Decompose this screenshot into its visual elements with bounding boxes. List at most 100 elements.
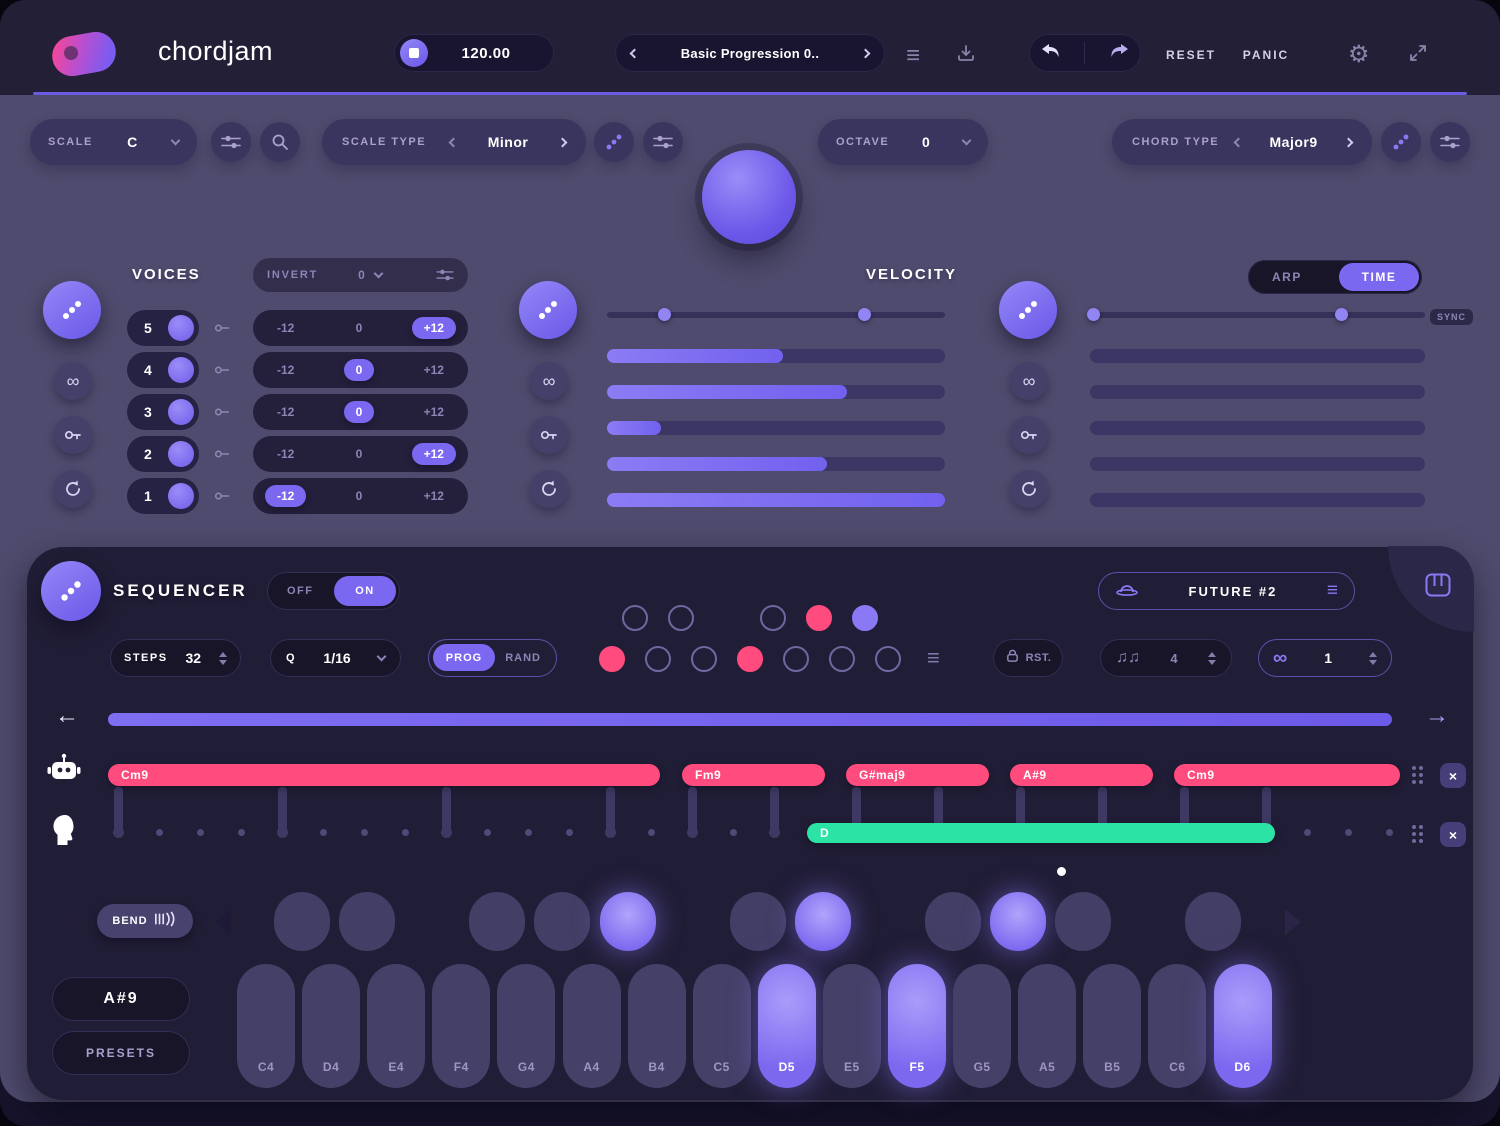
scale-type-value[interactable]: Minor — [457, 134, 559, 150]
transpose-option[interactable]: 0 — [344, 401, 375, 423]
transpose-option[interactable]: 0 — [344, 485, 375, 507]
stop-button[interactable] — [400, 39, 428, 67]
chord-track-drag-handle[interactable] — [1412, 766, 1423, 784]
keyboard-scroll-right-arrow[interactable] — [1285, 909, 1301, 935]
bpm-value[interactable]: 120.00 — [428, 45, 554, 62]
link-icon[interactable] — [213, 361, 231, 384]
voices-randomize-dice-button[interactable] — [43, 281, 101, 339]
human-note-track-icon[interactable] — [49, 813, 79, 847]
time-bar[interactable] — [1090, 385, 1425, 399]
panic-button[interactable]: PANIC — [1236, 48, 1296, 62]
note-step-dot[interactable] — [1386, 829, 1393, 836]
presets-button[interactable]: PRESETS — [52, 1031, 190, 1075]
time-range[interactable] — [1090, 312, 1425, 318]
invert-morph-icon[interactable] — [436, 268, 454, 282]
redo-icon[interactable] — [1108, 42, 1130, 65]
settings-gear-icon[interactable]: ⚙ — [1348, 40, 1370, 69]
chord-type-value[interactable]: Major9 — [1242, 134, 1345, 150]
scale-type-next-icon[interactable] — [558, 137, 568, 147]
resize-expand-icon[interactable] — [1408, 43, 1428, 63]
time-infinity-icon[interactable]: ∞ — [1010, 362, 1048, 400]
bend-button[interactable]: BEND — [97, 904, 193, 938]
preset-next-icon[interactable] — [861, 48, 871, 58]
sequencer-randomize-dice-button[interactable] — [41, 561, 101, 621]
menu-icon[interactable]: ≡ — [906, 42, 920, 70]
velocity-bar[interactable] — [607, 421, 945, 435]
transpose-option[interactable]: +12 — [412, 485, 456, 507]
scale-selector[interactable]: SCALE C — [30, 119, 197, 165]
transpose-option[interactable]: -12 — [265, 443, 306, 465]
page-indicator-dot[interactable] — [1057, 867, 1066, 876]
voice-active-dot[interactable] — [168, 357, 194, 383]
robot-chord-track-icon[interactable] — [45, 753, 83, 787]
sync-badge[interactable]: SYNC — [1430, 309, 1473, 325]
link-icon[interactable] — [213, 445, 231, 468]
voice-active-dot[interactable] — [168, 483, 194, 509]
note-block[interactable]: D — [807, 823, 1275, 843]
time-bar[interactable] — [1090, 457, 1425, 471]
time-refresh-icon[interactable] — [1010, 470, 1048, 508]
transpose-option[interactable]: -12 — [265, 359, 306, 381]
invert-control[interactable]: INVERT 0 — [253, 258, 468, 292]
note-step-dot[interactable] — [648, 829, 655, 836]
arp-time-toggle[interactable]: ARP TIME — [1248, 260, 1422, 294]
note-step-dot[interactable] — [320, 829, 327, 836]
voices-lock-key-icon[interactable] — [54, 416, 92, 454]
slider-handle[interactable] — [858, 308, 871, 321]
note-step-dot[interactable] — [730, 829, 737, 836]
keyboard-scroll-left-arrow[interactable] — [215, 909, 231, 935]
velocity-infinity-icon[interactable]: ∞ — [530, 362, 568, 400]
time-lock-key-icon[interactable] — [1010, 416, 1048, 454]
time-bar[interactable] — [1090, 349, 1425, 363]
link-icon[interactable] — [213, 403, 231, 426]
note-step-dot[interactable] — [238, 829, 245, 836]
velocity-lock-key-icon[interactable] — [530, 416, 568, 454]
reset-button[interactable]: RESET — [1160, 48, 1222, 62]
chord-block[interactable]: A#9 — [1010, 764, 1153, 786]
link-icon[interactable] — [213, 487, 231, 510]
undo-icon[interactable] — [1040, 42, 1062, 65]
velocity-bar[interactable] — [607, 385, 945, 399]
velocity-range[interactable] — [607, 312, 945, 318]
voice-toggle[interactable]: 1 — [127, 478, 199, 514]
time-tab[interactable]: TIME — [1339, 263, 1419, 291]
chord-block[interactable]: Fm9 — [682, 764, 825, 786]
main-knob[interactable] — [702, 150, 796, 244]
chord-morph-button[interactable] — [1430, 122, 1470, 162]
time-randomize-dice-button[interactable] — [999, 281, 1057, 339]
transpose-option[interactable]: +12 — [412, 359, 456, 381]
voice-toggle[interactable]: 4 — [127, 352, 199, 388]
voice-toggle[interactable]: 2 — [127, 436, 199, 472]
preset-prev-icon[interactable] — [630, 48, 640, 58]
velocity-bar[interactable] — [607, 493, 945, 507]
note-step-dot[interactable] — [484, 829, 491, 836]
note-step-dot[interactable] — [113, 827, 124, 838]
chord-block[interactable]: Cm9 — [1174, 764, 1400, 786]
transpose-option[interactable]: -12 — [265, 317, 306, 339]
keyboard-settings-gear-icon[interactable]: ⚙ — [63, 907, 85, 936]
transpose-option[interactable]: -12 — [265, 401, 306, 423]
scale-value[interactable]: C — [127, 134, 138, 150]
velocity-bar[interactable] — [607, 349, 945, 363]
note-step-dot[interactable] — [197, 829, 204, 836]
velocity-randomize-dice-button[interactable] — [519, 281, 577, 339]
chord-type-next-icon[interactable] — [1344, 137, 1354, 147]
arp-tab[interactable]: ARP — [1272, 270, 1302, 284]
invert-value[interactable]: 0 — [358, 268, 366, 282]
transpose-option[interactable]: 0 — [344, 317, 375, 339]
preset-name[interactable]: Basic Progression 0.. — [681, 46, 820, 61]
note-track-drag-handle[interactable] — [1412, 825, 1423, 843]
transpose-option[interactable]: -12 — [265, 485, 306, 507]
note-step-dot[interactable] — [525, 829, 532, 836]
transpose-option[interactable]: +12 — [412, 443, 456, 465]
link-icon[interactable] — [213, 319, 231, 342]
note-step-dot[interactable] — [1304, 829, 1311, 836]
voices-infinity-icon[interactable]: ∞ — [54, 362, 92, 400]
note-step-dot[interactable] — [402, 829, 409, 836]
chord-block[interactable]: G#maj9 — [846, 764, 989, 786]
note-step-dot[interactable] — [1345, 829, 1352, 836]
note-step-dot[interactable] — [441, 827, 452, 838]
note-step-dot[interactable] — [687, 827, 698, 838]
transpose-option[interactable]: 0 — [344, 443, 375, 465]
octave-selector[interactable]: OCTAVE 0 — [818, 119, 988, 165]
